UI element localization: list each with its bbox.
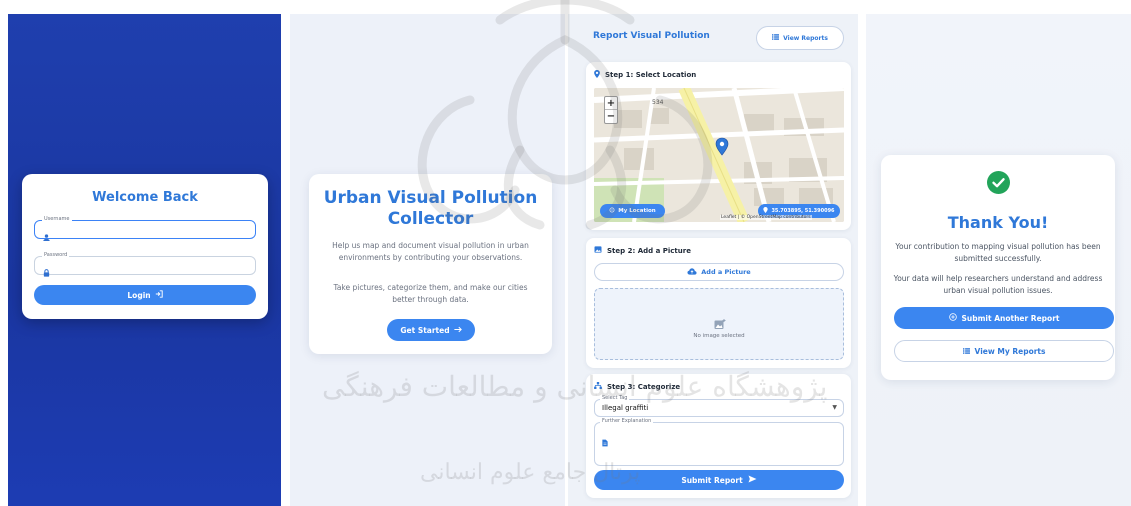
pin-icon: [763, 207, 769, 215]
report-screen: Report Visual Pollution View Reports Ste…: [568, 14, 858, 506]
thank-you-message-2: Your data will help researchers understa…: [893, 274, 1103, 295]
get-started-button[interactable]: Get Started: [387, 319, 475, 341]
check-circle-icon: [987, 171, 1010, 194]
step1-header: Step 1: Select Location: [594, 70, 696, 80]
view-reports-label: View Reports: [783, 34, 828, 42]
caret-down-icon: ▼: [832, 404, 837, 411]
submit-report-label: Submit Report: [681, 475, 743, 485]
step1-section: Step 1: Select Location 534 + − My Locat…: [586, 62, 851, 230]
thank-you-title: Thank You!: [947, 213, 1049, 232]
send-icon: [748, 475, 757, 485]
no-image-label: No image selected: [693, 333, 745, 339]
login-title: Welcome Back: [92, 190, 198, 205]
list-icon: [962, 347, 970, 356]
plus-circle-icon: [948, 313, 957, 323]
watermark-text-2: پرتال جامع علوم انسانی: [420, 460, 641, 485]
login-icon: [155, 290, 163, 300]
intro-title-line2: Collector: [387, 209, 474, 229]
password-label: Password: [42, 252, 70, 259]
login-screen: Welcome Back Username Password Login: [8, 14, 281, 506]
intro-description: Help us map and document visual pollutio…: [332, 241, 529, 262]
report-title: Report Visual Pollution: [593, 31, 710, 41]
step1-label: Step 1: Select Location: [605, 71, 697, 79]
explanation-label: Further Explanation: [600, 418, 654, 425]
submit-another-label: Submit Another Report: [961, 313, 1060, 323]
intro-card: Urban Visual Pollution Collector Help us…: [309, 174, 552, 354]
add-picture-label: Add a Picture: [701, 268, 751, 276]
image-icon: [594, 246, 602, 255]
thank-you-card: Thank You! Your contribution to mapping …: [881, 155, 1115, 380]
intro-title-line1: Urban Visual Pollution: [323, 188, 538, 208]
login-button[interactable]: Login: [34, 285, 256, 305]
lock-icon: [43, 262, 50, 281]
step2-label: Step 2: Add a Picture: [607, 246, 691, 255]
step2-section: Step 2: Add a Picture Add a Picture No i…: [586, 238, 851, 368]
zoom-out-button[interactable]: −: [605, 110, 617, 123]
login-button-label: Login: [127, 290, 151, 300]
intro-title: Urban Visual Pollution Collector: [309, 188, 552, 230]
image-preview-area: No image selected: [594, 288, 844, 360]
my-location-label: My Location: [618, 208, 656, 214]
tag-select-value: Illegal graffiti: [602, 404, 649, 412]
zoom-in-button[interactable]: +: [605, 97, 617, 110]
watermark-text-1: پژوهشگاه علوم انسانی و مطالعات فرهنگی: [322, 370, 828, 403]
upload-icon: [687, 267, 697, 277]
step2-header: Step 2: Add a Picture: [594, 246, 691, 255]
password-field[interactable]: Password: [34, 252, 256, 277]
map-street-number: 534: [652, 99, 664, 106]
add-picture-button[interactable]: Add a Picture: [594, 263, 844, 281]
map-tiles: 534: [594, 88, 844, 222]
view-my-reports-label: View My Reports: [974, 346, 1046, 356]
username-label: Username: [42, 216, 72, 223]
user-icon: [43, 226, 50, 245]
view-my-reports-button[interactable]: View My Reports: [894, 340, 1114, 362]
thank-you-screen: Thank You! Your contribution to mapping …: [866, 14, 1131, 506]
image-placeholder-icon: [714, 315, 726, 334]
submit-another-button[interactable]: Submit Another Report: [894, 307, 1114, 329]
location-map[interactable]: 534 + − My Location 35.703895, 51.390096: [594, 88, 844, 222]
view-reports-button[interactable]: View Reports: [756, 26, 844, 50]
pin-icon: [594, 70, 600, 80]
coordinates-value: 35.703895, 51.390096: [771, 208, 835, 214]
my-location-button[interactable]: My Location: [600, 204, 665, 218]
intro-description-2: Take pictures, categorize them, and make…: [333, 283, 528, 304]
login-card: Welcome Back Username Password Login: [22, 174, 268, 319]
intro-screen: Urban Visual Pollution Collector Help us…: [290, 14, 565, 506]
crosshair-icon: [609, 207, 615, 215]
doc-icon: [602, 432, 608, 451]
thank-you-message-1: Your contribution to mapping visual poll…: [895, 242, 1101, 263]
arrow-right-icon: [454, 326, 462, 335]
get-started-label: Get Started: [400, 325, 450, 335]
username-field[interactable]: Username: [34, 216, 256, 241]
list-icon: [772, 34, 780, 42]
zoom-control[interactable]: + −: [604, 96, 618, 124]
map-attribution[interactable]: Leaflet | © OpenStreetMap contributors: [720, 215, 812, 220]
